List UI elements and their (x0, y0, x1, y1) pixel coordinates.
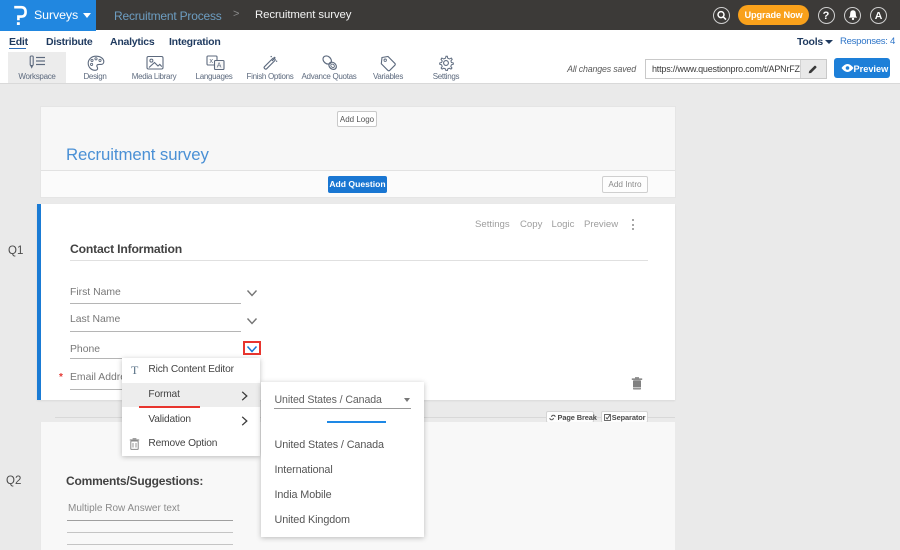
svg-text:A: A (217, 63, 222, 70)
svg-text:T: T (131, 363, 139, 376)
svg-text:x: x (209, 56, 213, 65)
